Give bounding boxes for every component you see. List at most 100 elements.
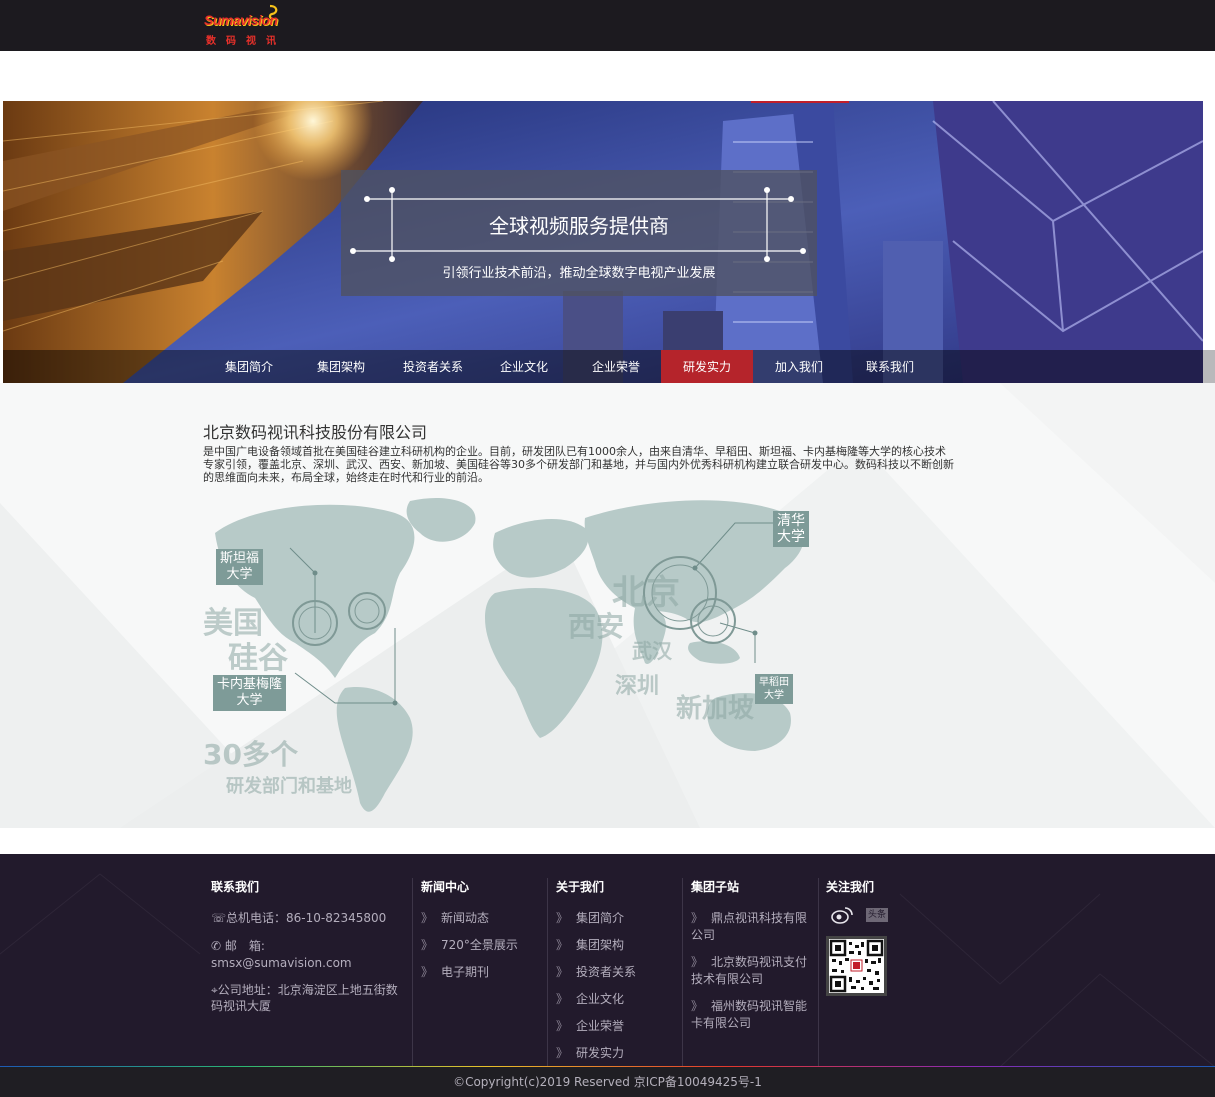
rd-content-section: 北京数码视讯科技股份有限公司 是中国广电设备领域首批在美国硅谷建立科研机构的企业… bbox=[0, 383, 1215, 828]
slogan-box: 全球视频服务提供商 引领行业技术前沿，推动全球数字电视产业发展 bbox=[341, 170, 817, 296]
location-pin-icon: ⌖ bbox=[211, 983, 218, 997]
tag-stanford: 斯坦福 大学 bbox=[216, 549, 264, 585]
footer-divider bbox=[682, 878, 683, 1067]
footer-link-group-intro[interactable]: 》集团简介 bbox=[556, 910, 624, 927]
wechat-qr-code bbox=[826, 936, 887, 996]
footer-background-pattern bbox=[0, 873, 1215, 1067]
company-description: 是中国广电设备领域首批在美国硅谷建立科研机构的企业。目前，研发团队已有1000余… bbox=[203, 445, 954, 484]
phone-icon: ☏ bbox=[211, 911, 227, 925]
chevron-right-icon: 》 bbox=[691, 911, 704, 925]
footer-link-payment[interactable]: 》北京数码视讯支付技术有限公司 bbox=[691, 954, 811, 988]
logo-text-cn: 数码视讯 bbox=[206, 36, 286, 47]
banner-title: 全球视频服务提供商 bbox=[489, 214, 669, 238]
label-rd-count-sub: 研发部门和基地 bbox=[226, 776, 352, 797]
chevron-right-icon: 》 bbox=[421, 965, 434, 979]
chevron-right-icon: 》 bbox=[556, 1019, 569, 1033]
footer-link-label: 新闻动态 bbox=[441, 911, 490, 925]
footer-link-honors[interactable]: 》企业荣誉 bbox=[556, 1018, 624, 1035]
chevron-right-icon: 》 bbox=[421, 938, 434, 952]
toutiao-icon[interactable]: 头条 bbox=[866, 908, 888, 922]
nav-bar-edge bbox=[1203, 350, 1215, 384]
top-header-bar: Sumavision 数码视讯 bbox=[0, 0, 1215, 51]
footer-link-label: 北京数码视讯支付技术有限公司 bbox=[691, 955, 808, 986]
footer-link-label: 集团架构 bbox=[576, 938, 625, 952]
footer-link-label: 研发实力 bbox=[576, 1046, 625, 1060]
label-silicon-valley: 硅谷 bbox=[228, 641, 288, 676]
footer-link-label: 企业文化 bbox=[576, 992, 625, 1006]
footer-link-ejournal[interactable]: 》电子期刊 bbox=[421, 964, 489, 981]
footer-follow-heading: 关注我们 bbox=[826, 880, 875, 894]
site-footer: 联系我们 ☏总机电话：86-10-82345800 ✆ 邮 箱: smsx@su… bbox=[0, 854, 1215, 1067]
label-shenzhen: 深圳 bbox=[615, 674, 660, 699]
footer-divider bbox=[412, 878, 413, 1067]
footer-about-column: 关于我们 bbox=[556, 878, 604, 895]
chevron-right-icon: 》 bbox=[691, 955, 704, 969]
chevron-right-icon: 》 bbox=[421, 911, 434, 925]
footer-contact-column: 联系我们 bbox=[211, 878, 259, 895]
footer-contact-heading: 联系我们 bbox=[211, 880, 260, 894]
sumavision-logo[interactable]: Sumavision 数码视讯 bbox=[200, 4, 290, 48]
nav-item-honors[interactable]: 企业荣誉 bbox=[570, 350, 662, 383]
tag-waseda: 早稻田 大学 bbox=[755, 674, 793, 704]
chevron-right-icon: 》 bbox=[556, 992, 569, 1006]
label-xian: 西安 bbox=[568, 610, 625, 643]
footer-link-label: 电子期刊 bbox=[441, 965, 490, 979]
footer-link-group-structure[interactable]: 》集团架构 bbox=[556, 937, 624, 954]
footer-link-rd[interactable]: 》研发实力 bbox=[556, 1045, 624, 1062]
nav-item-corporate-culture[interactable]: 企业文化 bbox=[478, 350, 570, 383]
chevron-right-icon: 》 bbox=[556, 911, 569, 925]
footer-about-heading: 关于我们 bbox=[556, 880, 605, 894]
weibo-icon[interactable] bbox=[831, 906, 853, 924]
nav-item-group-structure[interactable]: 集团架构 bbox=[295, 350, 387, 383]
footer-link-label: 鼎点视讯科技有限公司 bbox=[691, 911, 808, 942]
footer-link-investor[interactable]: 》投资者关系 bbox=[556, 964, 636, 981]
label-rd-count: 30多个 bbox=[203, 738, 298, 771]
tag-carnegie-mellon: 卡内基梅隆 大学 bbox=[213, 675, 287, 711]
phone-handset-icon: ✆ bbox=[211, 939, 222, 953]
footer-link-dingdian[interactable]: 》鼎点视讯科技有限公司 bbox=[691, 910, 811, 944]
nav-item-contact-us[interactable]: 联系我们 bbox=[844, 350, 936, 383]
nav-item-group-intro[interactable]: 集团简介 bbox=[203, 350, 295, 383]
nav-item-join-us[interactable]: 加入我们 bbox=[753, 350, 845, 383]
company-name: 北京数码视讯科技股份有限公司 bbox=[203, 423, 428, 442]
footer-divider bbox=[818, 878, 819, 1067]
footer-subsites-column: 集团子站 bbox=[691, 878, 739, 895]
footer-address-text: 公司地址：北京海淀区上地五街数码视讯大厦 bbox=[211, 983, 398, 1013]
chevron-right-icon: 》 bbox=[556, 965, 569, 979]
footer-link-fuzhou[interactable]: 》福州数码视讯智能卡有限公司 bbox=[691, 998, 811, 1032]
footer-link-news[interactable]: 》新闻动态 bbox=[421, 910, 489, 927]
footer-link-label: 企业荣誉 bbox=[576, 1019, 625, 1033]
logo-text-en: Sumavision bbox=[204, 12, 278, 28]
footer-link-label: 福州数码视讯智能卡有限公司 bbox=[691, 999, 808, 1030]
footer-phone-text: 总机电话：86-10-82345800 bbox=[226, 911, 387, 925]
banner-subtitle: 引领行业技术前沿，推动全球数字电视产业发展 bbox=[442, 266, 716, 281]
page-root: Sumavision 数码视讯 全球视频服务提供商 引领行业技术前沿，推动全球数… bbox=[0, 0, 1215, 1097]
label-wuhan: 武汉 bbox=[632, 639, 672, 663]
footer-news-heading: 新闻中心 bbox=[421, 880, 470, 894]
banner-accent-line bbox=[751, 101, 849, 103]
footer-address: ⌖公司地址：北京海淀区上地五街数码视讯大厦 bbox=[211, 982, 409, 1014]
nav-item-investor-relations[interactable]: 投资者关系 bbox=[387, 350, 479, 383]
footer-subsites-heading: 集团子站 bbox=[691, 880, 740, 894]
hero-banner: 全球视频服务提供商 引领行业技术前沿，推动全球数字电视产业发展 集团简介 集团架… bbox=[3, 101, 1203, 383]
label-singapore: 新加坡 bbox=[676, 694, 755, 724]
footer-link-label: 720°全景展示 bbox=[441, 938, 518, 952]
footer-link-culture[interactable]: 》企业文化 bbox=[556, 991, 624, 1008]
footer-news-column: 新闻中心 bbox=[421, 878, 469, 895]
copyright-bar: ©Copyright(c)2019 Reserved 京ICP备10049425… bbox=[0, 1067, 1215, 1097]
footer-email-label: ✆ 邮 箱: bbox=[211, 938, 265, 954]
footer-email-label-text: 邮 箱: bbox=[224, 939, 265, 953]
nav-item-rd-strength[interactable]: 研发实力 bbox=[661, 350, 753, 383]
footer-phone: ☏总机电话：86-10-82345800 bbox=[211, 910, 386, 926]
tag-tsinghua: 清华 大学 bbox=[773, 511, 809, 547]
footer-email-value[interactable]: smsx@sumavision.com bbox=[211, 955, 352, 971]
footer-link-label: 投资者关系 bbox=[576, 965, 637, 979]
qr-code-image bbox=[829, 939, 884, 993]
chevron-right-icon: 》 bbox=[691, 999, 704, 1013]
section-nav-bar: 集团简介 集团架构 投资者关系 企业文化 企业荣誉 研发实力 加入我们 联系我们 bbox=[3, 350, 1203, 383]
footer-link-720[interactable]: 》 720°全景展示 bbox=[421, 937, 518, 954]
footer-follow-column: 关注我们 bbox=[826, 878, 874, 895]
footer-link-label: 集团简介 bbox=[576, 911, 625, 925]
chevron-right-icon: 》 bbox=[556, 1046, 569, 1060]
footer-divider bbox=[547, 878, 548, 1067]
